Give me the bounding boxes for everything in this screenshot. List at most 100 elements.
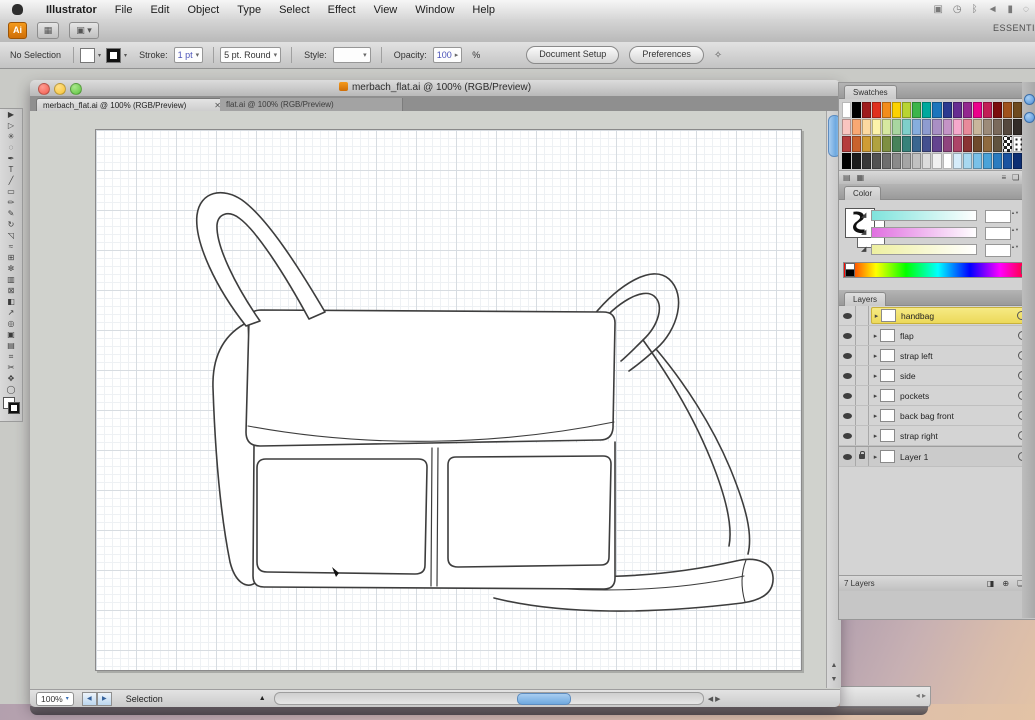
swatch-2-12[interactable]: [962, 136, 972, 152]
swatch-1-16[interactable]: [1002, 119, 1012, 135]
swatch-2-0[interactable]: [842, 136, 852, 152]
swatch-2-5[interactable]: [892, 136, 902, 152]
menu-illustrator[interactable]: Illustrator: [37, 4, 106, 16]
layer-row-band[interactable]: ▸ handbag: [871, 307, 1032, 324]
visibility-cell[interactable]: [839, 366, 856, 385]
display-icon[interactable]: ▣: [933, 4, 942, 15]
swatch-3-9[interactable]: [932, 153, 942, 169]
color-tab[interactable]: Color: [844, 186, 882, 200]
swatch-3-14[interactable]: [982, 153, 992, 169]
slider-stepper-1[interactable]: ▲▼: [1011, 227, 1019, 238]
edit-cell[interactable]: [856, 386, 869, 405]
fill-stroke-indicator[interactable]: [3, 397, 20, 414]
swatch-1-7[interactable]: [912, 119, 922, 135]
new-sublayer-icon[interactable]: ⊕: [1002, 579, 1009, 588]
battery-icon[interactable]: ▮: [1008, 4, 1014, 15]
mesh-tool[interactable]: ⊠: [0, 285, 22, 296]
layer-row-band[interactable]: ▸ side: [871, 367, 1032, 384]
eyedropper-tool[interactable]: ↗: [0, 307, 22, 318]
swatch-1-15[interactable]: [992, 119, 1002, 135]
dock-collapse-button[interactable]: [1024, 94, 1035, 105]
swatch-0-1[interactable]: [852, 102, 862, 118]
swatch-0-4[interactable]: [882, 102, 892, 118]
bluetooth-icon[interactable]: ᛒ: [972, 4, 978, 15]
nav-prev-button[interactable]: ◀: [81, 691, 97, 706]
swatch-3-11[interactable]: [952, 153, 962, 169]
slider-stepper-2[interactable]: ▲▼: [1011, 244, 1019, 255]
edit-cell[interactable]: [856, 306, 869, 325]
swatch-0-11[interactable]: [952, 102, 962, 118]
volume-icon[interactable]: ◄: [988, 4, 998, 15]
hand-tool[interactable]: ✥: [0, 373, 22, 384]
swatch-0-2[interactable]: [862, 102, 872, 118]
slider-stepper-0[interactable]: ▲▼: [1011, 210, 1019, 221]
swatch-2-17[interactable]: [1012, 136, 1022, 152]
swatch-2-9[interactable]: [932, 136, 942, 152]
blend-tool[interactable]: ◎: [0, 318, 22, 329]
paintbrush-tool[interactable]: ✏: [0, 197, 22, 208]
swatch-3-15[interactable]: [992, 153, 1002, 169]
live-paint-bucket-tool[interactable]: ▣: [0, 329, 22, 340]
swatch-2-16[interactable]: [1002, 136, 1012, 152]
magic-wand-tool[interactable]: ✳: [0, 131, 22, 142]
menu-help[interactable]: Help: [463, 4, 504, 16]
layers-tab[interactable]: Layers: [844, 292, 887, 306]
slider-value-2[interactable]: [985, 244, 1011, 257]
swatch-3-13[interactable]: [972, 153, 982, 169]
edit-cell[interactable]: [856, 326, 869, 345]
slider-value-1[interactable]: [985, 227, 1011, 240]
window-titlebar[interactable]: merbach_flat.ai @ 100% (RGB/Preview): [30, 80, 840, 97]
free-transform-tool[interactable]: ⊞: [0, 252, 22, 263]
menu-file[interactable]: File: [106, 4, 142, 16]
swatch-3-3[interactable]: [872, 153, 882, 169]
warp-tool[interactable]: ≈: [0, 241, 22, 252]
go-to-bridge-button[interactable]: ▦: [37, 22, 59, 39]
scroll-up-icon[interactable]: ▲: [828, 659, 840, 672]
disclosure-triangle-icon[interactable]: ▸: [871, 352, 880, 360]
scale-tool[interactable]: ◹: [0, 230, 22, 241]
disclosure-triangle-icon[interactable]: ▸: [871, 432, 880, 440]
color-spectrum-ramp[interactable]: [843, 262, 1033, 278]
canvas[interactable]: [30, 111, 826, 688]
document-tab-inactive[interactable]: flat.ai @ 100% (RGB/Preview): [220, 98, 403, 111]
visibility-cell[interactable]: [839, 386, 856, 405]
swatch-3-12[interactable]: [962, 153, 972, 169]
menu-type[interactable]: Type: [228, 4, 270, 16]
document-setup-button[interactable]: Document Setup: [526, 46, 620, 64]
layer-row-band[interactable]: ▸ Layer 1: [871, 448, 1032, 465]
swatch-2-10[interactable]: [942, 136, 952, 152]
menu-select[interactable]: Select: [270, 4, 319, 16]
swatch-1-17[interactable]: [1012, 119, 1022, 135]
visibility-cell[interactable]: [839, 326, 856, 345]
swatch-2-4[interactable]: [882, 136, 892, 152]
color-panel-header[interactable]: Color ≡: [839, 184, 1035, 200]
gradient-tool[interactable]: ◧: [0, 296, 22, 307]
style-dropdown[interactable]: ▾: [332, 47, 371, 63]
swatch-3-16[interactable]: [1002, 153, 1012, 169]
pen-tool[interactable]: ✒: [0, 153, 22, 164]
swatches-panel-header[interactable]: Swatches ≡: [839, 83, 1035, 99]
swatch-3-6[interactable]: [902, 153, 912, 169]
swatch-2-13[interactable]: [972, 136, 982, 152]
swatch-kinds-icon[interactable]: ▦: [857, 173, 865, 182]
edit-cell[interactable]: [856, 426, 869, 445]
swatch-2-8[interactable]: [922, 136, 932, 152]
menu-object[interactable]: Object: [178, 4, 228, 16]
swatch-1-0[interactable]: [842, 119, 852, 135]
selection-tool[interactable]: ▶: [0, 109, 22, 120]
opacity-field[interactable]: 100 ▸: [432, 47, 463, 63]
preferences-button[interactable]: Preferences: [629, 46, 704, 64]
swatch-1-2[interactable]: [862, 119, 872, 135]
swatch-3-5[interactable]: [892, 153, 902, 169]
layer-row-strap-right[interactable]: ▸ strap right: [839, 426, 1034, 446]
swatch-0-5[interactable]: [892, 102, 902, 118]
swatch-3-4[interactable]: [882, 153, 892, 169]
visibility-cell[interactable]: [839, 306, 856, 325]
nav-next-button[interactable]: ▶: [96, 691, 112, 706]
dock-expand-button[interactable]: [1024, 112, 1035, 123]
menu-edit[interactable]: Edit: [141, 4, 178, 16]
workspace-switcher[interactable]: ESSENTIALS: [993, 23, 1035, 33]
swatch-3-0[interactable]: [842, 153, 852, 169]
horizontal-scroll-thumb[interactable]: [516, 693, 571, 705]
layer-row-band[interactable]: ▸ strap left: [871, 347, 1032, 364]
